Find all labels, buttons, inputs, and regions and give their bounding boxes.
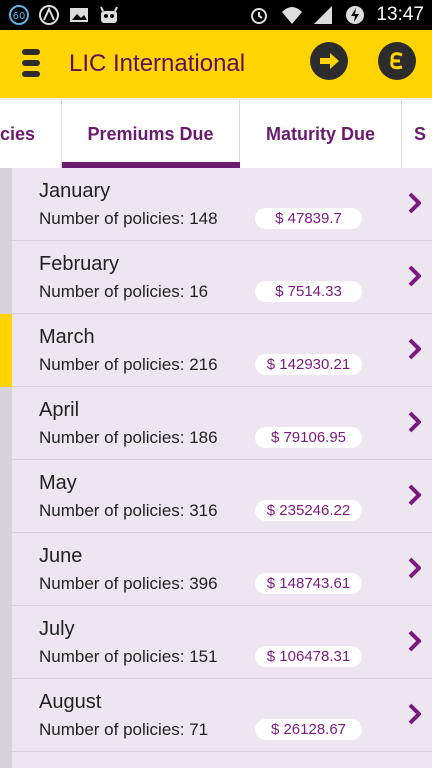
tab-policies[interactable]: cies xyxy=(0,100,62,168)
wifi-icon xyxy=(280,4,303,26)
list-item[interactable]: July Number of policies: 151 $ 106478.31 xyxy=(12,606,432,679)
month-label: April xyxy=(39,399,80,421)
tab-maturity-due-label: Maturity Due xyxy=(265,123,375,144)
app-title: LIC International xyxy=(69,50,246,77)
list-item[interactable]: May Number of policies: 316 $ 235246.22 xyxy=(12,460,432,533)
image-icon xyxy=(68,4,90,26)
month-label: June xyxy=(39,545,83,567)
month-label: July xyxy=(39,618,75,640)
battery-charging-icon xyxy=(344,4,366,26)
clock-time: 13:47 xyxy=(376,4,424,25)
currency-button[interactable] xyxy=(378,42,416,80)
amount-badge: $ 106478.31 xyxy=(255,646,362,667)
chevron-right-icon xyxy=(408,265,421,287)
status-bar: 60 13:47 xyxy=(0,0,432,30)
month-label: March xyxy=(39,326,95,348)
tab-next-label: S xyxy=(414,123,427,144)
tab-next[interactable]: S xyxy=(402,100,432,168)
chevron-right-icon xyxy=(408,557,421,579)
chevron-right-icon xyxy=(408,192,421,214)
list-item[interactable]: April Number of policies: 186 $ 79106.95 xyxy=(12,387,432,460)
list-side-strip xyxy=(0,168,12,768)
policy-count: Number of policies: 148 xyxy=(39,209,218,228)
amount-badge: $ 26128.67 xyxy=(255,719,362,740)
month-label: February xyxy=(39,253,120,275)
list-item[interactable]: June Number of policies: 396 $ 148743.61 xyxy=(12,533,432,606)
chevron-right-icon xyxy=(408,484,421,506)
list-item[interactable]: February Number of policies: 16 $ 7514.3… xyxy=(12,241,432,314)
policy-count: Number of policies: 316 xyxy=(39,501,218,520)
tab-maturity-due[interactable]: Maturity Due xyxy=(240,100,402,168)
month-label: January xyxy=(39,180,111,202)
month-label: May xyxy=(39,472,77,494)
android-icon xyxy=(98,4,120,26)
tab-premiums-due[interactable]: Premiums Due xyxy=(62,100,240,168)
rupee-e-icon xyxy=(390,52,403,70)
list-item[interactable]: August Number of policies: 71 $ 26128.67 xyxy=(12,679,432,752)
amount-badge: $ 47839.7 xyxy=(255,208,362,229)
policy-count: Number of policies: 71 xyxy=(39,720,209,739)
chevron-right-icon xyxy=(408,703,421,725)
go-button[interactable] xyxy=(310,42,348,80)
list-item[interactable]: January Number of policies: 148 $ 47839.… xyxy=(12,168,432,241)
chevron-right-icon xyxy=(408,630,421,652)
alarm-icon xyxy=(248,4,270,26)
policy-count: Number of policies: 396 xyxy=(39,574,218,593)
amount-badge: $ 235246.22 xyxy=(255,500,362,521)
policy-count: Number of policies: 216 xyxy=(39,355,218,374)
arrow-right-icon xyxy=(320,53,339,69)
notification-badge-icon: 60 xyxy=(8,4,30,26)
signal-icon xyxy=(312,4,334,26)
month-label: August xyxy=(39,691,102,713)
amount-badge: $ 7514.33 xyxy=(255,281,362,302)
menu-button[interactable] xyxy=(18,46,48,82)
chevron-right-icon xyxy=(408,338,421,360)
app-bar: LIC International xyxy=(0,30,432,98)
app-a-icon xyxy=(38,4,60,26)
chevron-right-icon xyxy=(408,411,421,433)
tab-bar: cies Premiums Due Maturity Due S xyxy=(0,98,432,170)
amount-badge: $ 142930.21 xyxy=(255,354,362,375)
policy-count: Number of policies: 16 xyxy=(39,282,209,301)
tab-policies-label: cies xyxy=(0,123,35,144)
policy-count: Number of policies: 151 xyxy=(39,647,218,666)
amount-badge: $ 148743.61 xyxy=(255,573,362,594)
amount-badge: $ 79106.95 xyxy=(255,427,362,448)
notification-badge-text: 60 xyxy=(13,11,26,22)
list-item[interactable]: March Number of policies: 216 $ 142930.2… xyxy=(12,314,432,387)
premiums-list: January Number of policies: 148 $ 47839.… xyxy=(0,168,432,768)
policy-count: Number of policies: 186 xyxy=(39,428,218,447)
hamburger-icon xyxy=(22,49,40,77)
current-month-indicator xyxy=(0,314,12,387)
tab-premiums-due-label: Premiums Due xyxy=(87,123,214,144)
